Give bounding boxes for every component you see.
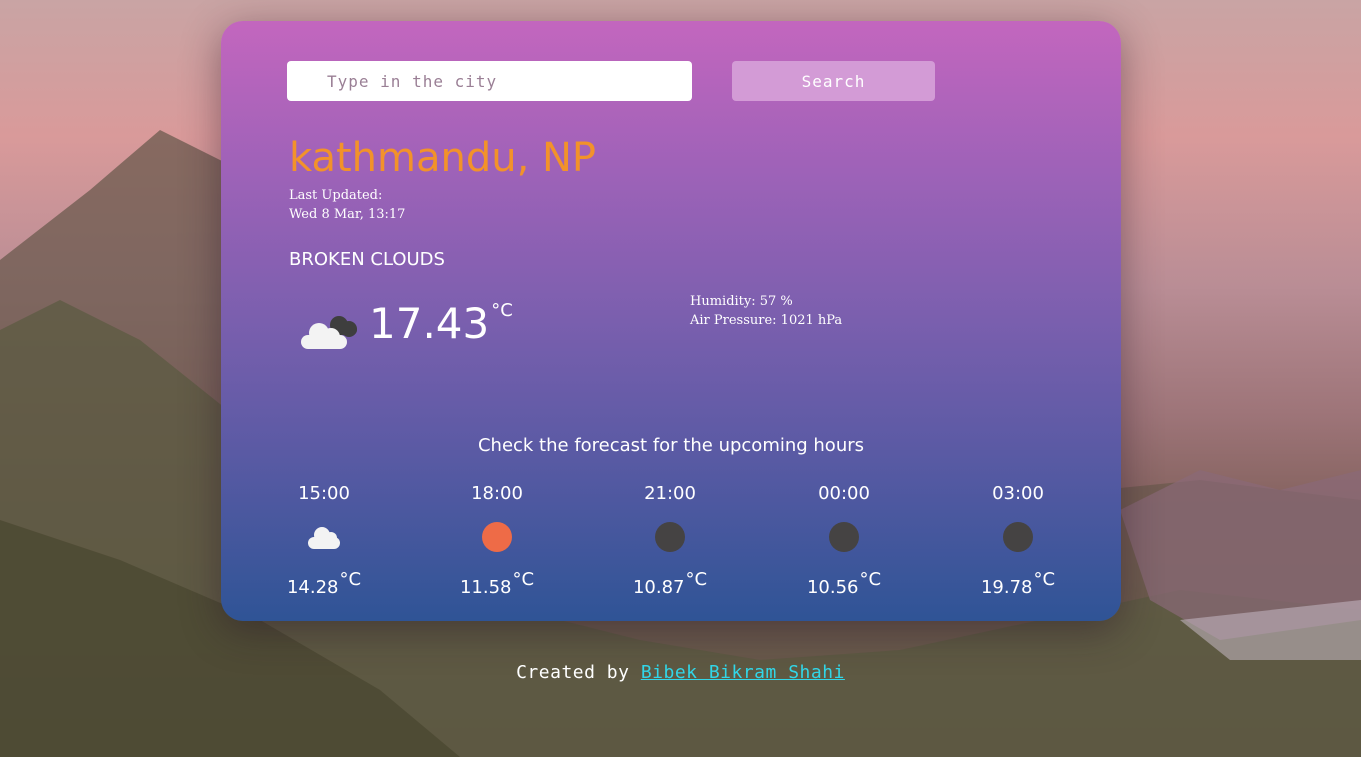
forecast-title: Check the forecast for the upcoming hour… — [477, 435, 865, 456]
footer-credit: Created by Bibek Bikram Shahi — [0, 662, 1361, 683]
search-button[interactable]: Search — [732, 61, 935, 101]
forecast-item: 00:00 10.56°C — [789, 483, 899, 598]
weather-condition: BROKEN CLOUDS — [289, 249, 445, 270]
forecast-time: 03:00 — [992, 483, 1044, 504]
weather-card: Search kathmandu, NP Last Updated: Wed 8… — [221, 21, 1121, 621]
forecast-item: 03:00 19.78°C — [963, 483, 1073, 598]
temperature-value: 17.43 — [369, 299, 490, 348]
forecast-temp: 19.78°C — [980, 569, 1056, 598]
last-updated-label: Last Updated: — [289, 188, 383, 203]
forecast-time: 21:00 — [644, 483, 696, 504]
forecast-time: 15:00 — [298, 483, 350, 504]
forecast-time: 00:00 — [818, 483, 870, 504]
forecast-temp: 11.58°C — [459, 569, 535, 598]
moon-icon — [615, 517, 725, 557]
moon-icon — [963, 517, 1073, 557]
city-name: kathmandu, NP — [289, 135, 597, 181]
cloud-icon — [269, 517, 379, 557]
forecast-item: 15:00 14.28°C — [269, 483, 379, 598]
footer-prefix: Created by — [516, 662, 641, 683]
moon-icon — [789, 517, 899, 557]
sun-icon — [442, 517, 552, 557]
temperature-unit: °C — [491, 300, 513, 321]
city-search-input[interactable] — [287, 61, 692, 101]
author-link[interactable]: Bibek Bikram Shahi — [641, 662, 845, 683]
air-pressure-text: Air Pressure: 1021 hPa — [690, 313, 843, 328]
forecast-temp: 10.87°C — [632, 569, 708, 598]
forecast-temp: 14.28°C — [286, 569, 362, 598]
current-temperature: 17.43 °C — [369, 299, 513, 348]
forecast-item: 18:00 11.58°C — [442, 483, 552, 598]
forecast-time: 18:00 — [471, 483, 523, 504]
broken-clouds-icon — [301, 316, 357, 349]
last-updated-time: Wed 8 Mar, 13:17 — [289, 207, 406, 222]
forecast-temp: 10.56°C — [806, 569, 882, 598]
forecast-item: 21:00 10.87°C — [615, 483, 725, 598]
humidity-text: Humidity: 57 % — [690, 294, 793, 309]
